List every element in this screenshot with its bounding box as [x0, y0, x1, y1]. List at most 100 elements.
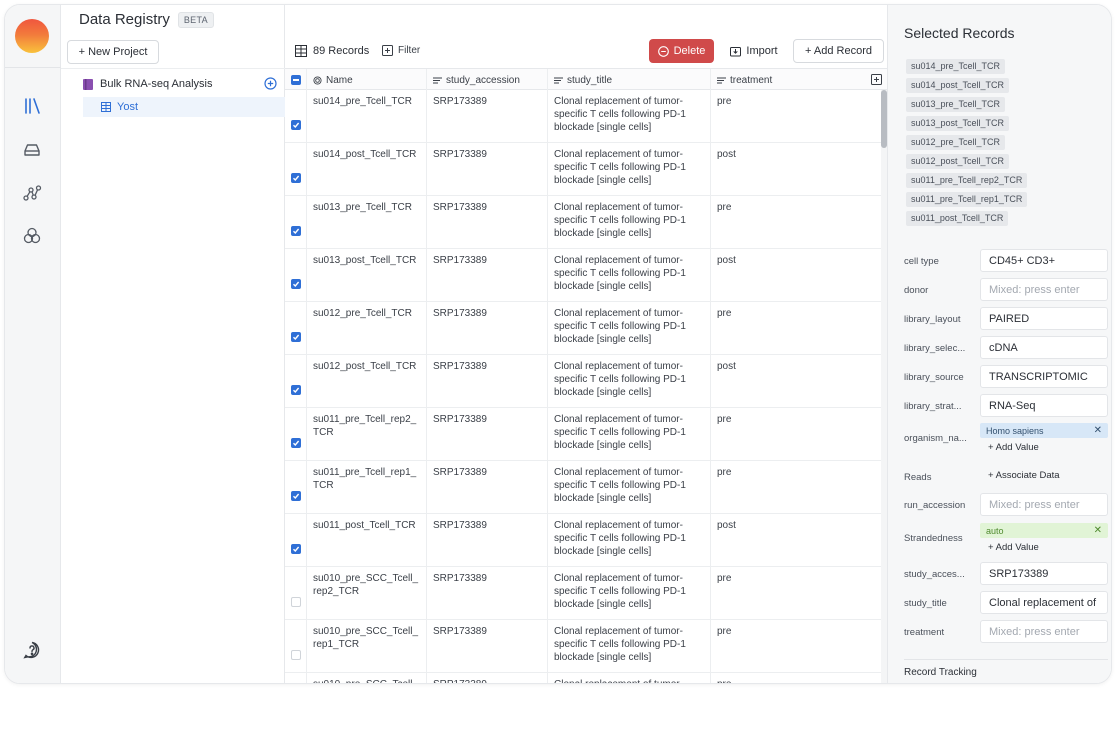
add-column-icon[interactable]	[871, 74, 882, 85]
field-input[interactable]: cDNA	[980, 336, 1108, 359]
cell-treatment[interactable]: pre	[711, 673, 881, 683]
cell-study-title[interactable]: Clonal replacement of tumor-specific T c…	[548, 196, 711, 249]
cell-name[interactable]: su013_post_Tcell_TCR	[307, 249, 427, 302]
column-header-name[interactable]: Name	[307, 69, 427, 91]
cell-treatment[interactable]: pre	[711, 196, 881, 249]
molecules-icon[interactable]	[19, 223, 45, 249]
field-input[interactable]: SRP173389	[980, 562, 1108, 585]
cell-name[interactable]: su010_pre_SCC_Tcell_rep2_TCR	[307, 567, 427, 620]
row-checkbox[interactable]	[290, 543, 301, 554]
row-checkbox-cell[interactable]	[285, 567, 307, 620]
cell-study-title[interactable]: Clonal replacement of tumor-specific T c…	[548, 514, 711, 567]
cell-name[interactable]: su010_pre_SCC_Tcell_rep1_TCR	[307, 620, 427, 673]
row-checkbox-cell[interactable]	[285, 673, 307, 683]
selected-record-chip[interactable]: su012_post_Tcell_TCR	[906, 154, 1010, 169]
cell-treatment[interactable]: pre	[711, 408, 881, 461]
cell-study-accession[interactable]: SRP173389	[427, 461, 548, 514]
cell-study-accession[interactable]: SRP173389	[427, 355, 548, 408]
field-input[interactable]: PAIRED	[980, 307, 1108, 330]
table-row[interactable]: su011_pre_Tcell_rep2_TCR SRP173389 Clonal …	[285, 408, 881, 461]
filter-button[interactable]: Filter	[382, 45, 420, 56]
cell-study-title[interactable]: Clonal replacement of tumor-specific T c…	[548, 249, 711, 302]
row-checkbox[interactable]	[290, 437, 301, 448]
table-row[interactable]: su010_pre_SCC_Tcell_TCRSRP173389Clonal r…	[285, 673, 881, 683]
cell-study-accession[interactable]: SRP173389	[427, 143, 548, 196]
project-item[interactable]: Bulk RNA-seq Analysis	[83, 75, 279, 93]
app-logo[interactable]	[15, 19, 49, 53]
row-checkbox-cell[interactable]	[285, 143, 307, 196]
row-checkbox[interactable]	[290, 172, 301, 183]
row-checkbox[interactable]	[290, 331, 301, 342]
dataset-item-yost[interactable]: Yost	[83, 97, 285, 117]
cell-treatment[interactable]: pre	[711, 567, 881, 620]
column-header-treatment[interactable]: treatment	[711, 69, 871, 91]
field-tag[interactable]: Homo sapiens ✕	[980, 423, 1108, 438]
selected-record-chip[interactable]: su013_pre_Tcell_TCR	[906, 97, 1006, 112]
field-tag[interactable]: auto ✕	[980, 523, 1108, 538]
field-input[interactable]: Clonal replacement of	[980, 591, 1108, 614]
cell-name[interactable]: su011_post_Tcell_TCR	[307, 514, 427, 567]
add-value-button[interactable]: + Add Value	[988, 442, 1039, 453]
cell-name[interactable]: su012_post_Tcell_TCR	[307, 355, 427, 408]
add-value-button[interactable]: + Add Value	[988, 542, 1039, 553]
cell-study-accession[interactable]: SRP173389	[427, 673, 548, 683]
cell-study-title[interactable]: Clonal replacement of tumor-specific T c…	[548, 143, 711, 196]
table-row[interactable]: su011_post_Tcell_TCR SRP173389 Clonal repl…	[285, 514, 881, 567]
selected-record-chip[interactable]: su011_pre_Tcell_rep1_TCR	[906, 192, 1028, 207]
field-input[interactable]: TRANSCRIPTOMIC	[980, 365, 1108, 388]
cell-treatment[interactable]: post	[711, 514, 881, 567]
cell-treatment[interactable]: pre	[711, 302, 881, 355]
row-checkbox-cell[interactable]	[285, 90, 307, 143]
row-checkbox-cell[interactable]	[285, 196, 307, 249]
cell-name[interactable]: su010_pre_SCC_Tcell_TCR	[307, 673, 427, 683]
field-input[interactable]: Mixed: press enter	[980, 620, 1108, 643]
add-record-button[interactable]: + Add Record	[793, 39, 884, 63]
field-input[interactable]: RNA-Seq	[980, 394, 1108, 417]
cell-name[interactable]: su014_post_Tcell_TCR	[307, 143, 427, 196]
cell-study-title[interactable]: Clonal replacement of tumor-specific T c…	[548, 355, 711, 408]
close-icon[interactable]: ✕	[1094, 425, 1102, 436]
row-checkbox[interactable]	[290, 278, 301, 289]
cell-treatment[interactable]: post	[711, 143, 881, 196]
table-row[interactable]: su013_pre_Tcell_TCR SRP173389 Clonal repla…	[285, 196, 881, 249]
delete-button[interactable]: Delete	[649, 39, 714, 63]
selected-record-chip[interactable]: su014_pre_Tcell_TCR	[906, 59, 1006, 74]
cell-study-accession[interactable]: SRP173389	[427, 408, 548, 461]
row-checkbox-cell[interactable]	[285, 461, 307, 514]
cell-study-accession[interactable]: SRP173389	[427, 567, 548, 620]
cell-treatment[interactable]: post	[711, 355, 881, 408]
row-checkbox-cell[interactable]	[285, 408, 307, 461]
selected-record-chip[interactable]: su014_post_Tcell_TCR	[906, 78, 1010, 93]
select-all-checkbox[interactable]	[285, 69, 307, 91]
cell-study-accession[interactable]: SRP173389	[427, 90, 548, 143]
table-row[interactable]: su012_post_Tcell_TCR SRP173389 Clonal repl…	[285, 355, 881, 408]
selected-record-chip[interactable]: su011_pre_Tcell_rep2_TCR	[906, 173, 1028, 188]
cell-study-title[interactable]: Clonal replacement of tumor-specific T c…	[548, 461, 711, 514]
cell-treatment[interactable]: post	[711, 249, 881, 302]
cell-name[interactable]: su013_pre_Tcell_TCR	[307, 196, 427, 249]
field-input[interactable]: Mixed: press enter	[980, 278, 1108, 301]
cell-study-accession[interactable]: SRP173389	[427, 196, 548, 249]
row-checkbox-cell[interactable]	[285, 514, 307, 567]
cell-study-accession[interactable]: SRP173389	[427, 620, 548, 673]
cell-study-accession[interactable]: SRP173389	[427, 514, 548, 567]
selected-record-chip[interactable]: su013_post_Tcell_TCR	[906, 116, 1010, 131]
storage-icon[interactable]	[19, 137, 45, 163]
new-project-button[interactable]: + New Project	[67, 40, 159, 64]
row-checkbox-cell[interactable]	[285, 249, 307, 302]
column-header-study-accession[interactable]: study_accession	[427, 69, 548, 91]
cell-study-title[interactable]: Clonal replacement of tumor-specific T c…	[548, 567, 711, 620]
table-row[interactable]: su010_pre_SCC_Tcell_rep2_TCR SRP173389 Clo…	[285, 567, 881, 620]
import-button[interactable]: Import	[728, 39, 780, 63]
row-checkbox-cell[interactable]	[285, 355, 307, 408]
table-row[interactable]: su012_pre_Tcell_TCR SRP173389 Clonal repla…	[285, 302, 881, 355]
cell-study-title[interactable]: Clonal replacement of tumor-specific T c…	[548, 408, 711, 461]
table-row[interactable]: su010_pre_SCC_Tcell_rep1_TCR SRP173389 Clo…	[285, 620, 881, 673]
add-dataset-icon[interactable]	[264, 77, 277, 90]
help-icon[interactable]	[19, 637, 45, 663]
table-row[interactable]: su014_pre_Tcell_TCR SRP173389 Clonal repla…	[285, 90, 881, 143]
row-checkbox[interactable]	[290, 596, 301, 607]
field-input[interactable]: Mixed: press enter	[980, 493, 1108, 516]
cell-treatment[interactable]: pre	[711, 461, 881, 514]
cell-study-accession[interactable]: SRP173389	[427, 249, 548, 302]
